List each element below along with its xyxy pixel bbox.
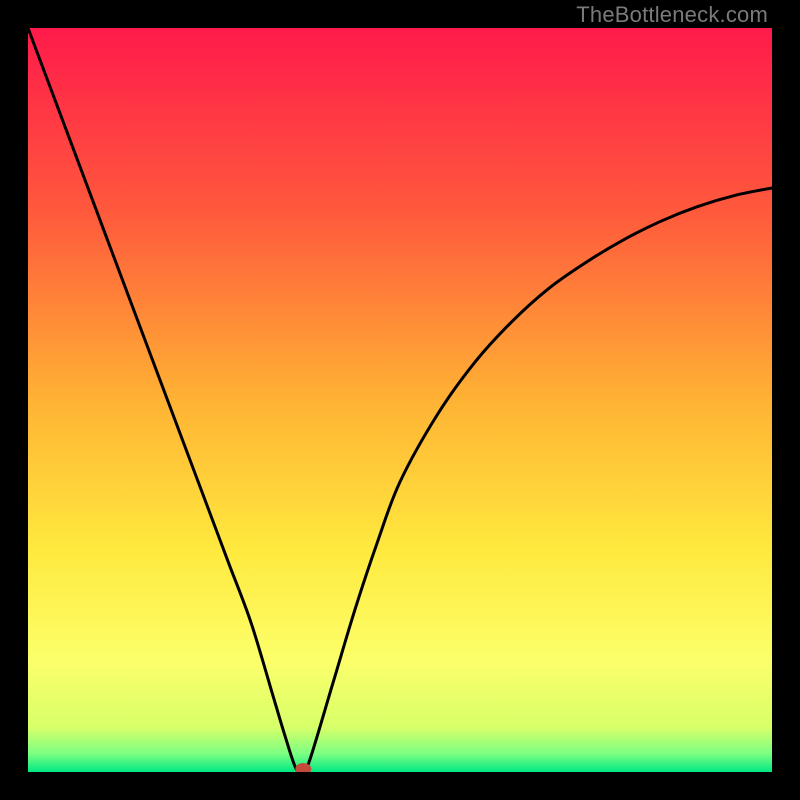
bottleneck-chart	[28, 28, 772, 772]
chart-frame	[28, 28, 772, 772]
watermark-text: TheBottleneck.com	[576, 2, 768, 28]
gradient-background	[28, 28, 772, 772]
